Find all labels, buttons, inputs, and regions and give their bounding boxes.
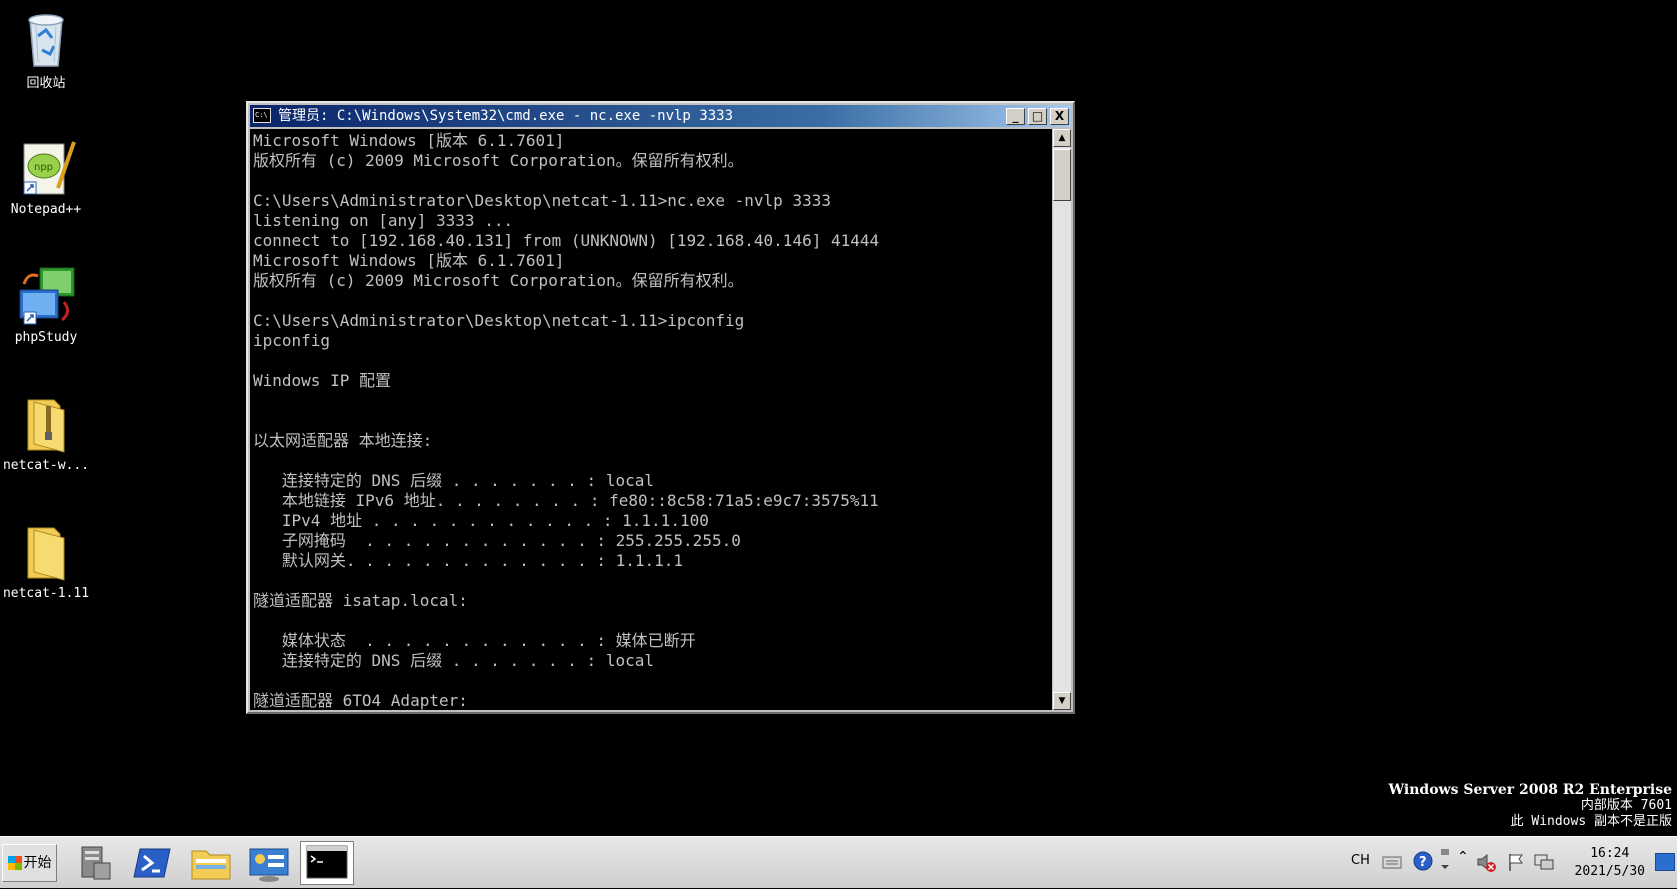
volume-muted-icon[interactable] <box>1475 851 1497 873</box>
windows-watermark: Windows Server 2008 R2 Enterprise 内部版本 7… <box>1388 782 1672 830</box>
network-icon[interactable] <box>1533 851 1555 873</box>
desktop-icon-notepadplusplus[interactable]: npp Notepad++ <box>1 136 91 217</box>
control-panel-icon <box>249 848 289 882</box>
cmd-icon <box>306 845 348 879</box>
close-button[interactable]: X <box>1050 108 1069 125</box>
watermark-genuine-notice: 此 Windows 副本不是正版 <box>1510 814 1672 829</box>
recycle-bin-icon <box>14 6 78 70</box>
clock-time: 16:24 <box>1590 846 1630 861</box>
desktop-icon-netcat-folder[interactable]: netcat-1.11 <box>1 520 91 601</box>
help-icon[interactable]: ? <box>1413 851 1433 871</box>
taskbar: 开始 CH ? ⌃ 16:24 2021/5/30 <box>0 836 1677 888</box>
cmd-window[interactable]: C:\ 管理员: C:\Windows\System32\cmd.exe - n… <box>246 101 1075 714</box>
start-label: 开始 <box>23 855 52 871</box>
desktop-icon-label: Notepad++ <box>10 202 82 217</box>
taskbar-cmd[interactable] <box>300 841 354 885</box>
minimize-button[interactable]: _ <box>1006 108 1025 125</box>
keyboard-icon[interactable] <box>1381 851 1403 871</box>
desktop-icon-phpstudy[interactable]: phpStudy <box>1 264 91 345</box>
show-desktop-button[interactable] <box>1655 853 1675 871</box>
desktop-icon-recycle-bin[interactable]: 回收站 <box>1 6 91 91</box>
show-hidden-icons-chevron-icon[interactable]: ⌃ <box>1457 849 1469 865</box>
taskbar-control-panel[interactable] <box>242 841 296 885</box>
desktop-icon-label: netcat-w... <box>2 458 90 473</box>
phpstudy-icon <box>14 264 78 328</box>
vertical-scrollbar[interactable]: ▲ ▼ <box>1052 129 1071 710</box>
powershell-icon <box>133 848 171 878</box>
action-center-flag-icon[interactable] <box>1505 851 1527 873</box>
watermark-build: 内部版本 7601 <box>1580 798 1672 813</box>
desktop-icon-netcat-zip[interactable]: netcat-w... <box>1 392 91 473</box>
taskbar-powershell[interactable] <box>126 841 180 885</box>
zip-folder-icon <box>14 392 78 456</box>
scroll-up-button[interactable]: ▲ <box>1053 129 1071 147</box>
window-titlebar[interactable]: C:\ 管理员: C:\Windows\System32\cmd.exe - n… <box>250 105 1071 127</box>
svg-text:npp: npp <box>34 162 53 173</box>
notepadplusplus-icon: npp <box>14 136 78 200</box>
cmd-app-icon: C:\ <box>253 108 271 123</box>
desktop-icon-label: netcat-1.11 <box>2 586 90 601</box>
window-title: 管理员: C:\Windows\System32\cmd.exe - nc.ex… <box>278 108 734 124</box>
input-options-icon[interactable] <box>1439 847 1451 875</box>
desktop-icon-label: 回收站 <box>26 76 66 91</box>
console-output: Microsoft Windows [版本 6.1.7601] 版权所有 (c)… <box>253 131 880 710</box>
language-indicator[interactable]: CH <box>1351 853 1370 868</box>
taskbar-explorer[interactable] <box>184 841 238 885</box>
maximize-button[interactable]: □ <box>1028 108 1047 125</box>
folder-icon <box>14 520 78 584</box>
clock-date: 2021/5/30 <box>1574 864 1645 879</box>
console-area[interactable]: Microsoft Windows [版本 6.1.7601] 版权所有 (c)… <box>250 129 1056 710</box>
windows-logo-icon <box>7 856 22 870</box>
explorer-icon <box>191 850 231 880</box>
clock[interactable]: 16:24 2021/5/30 <box>1575 845 1645 881</box>
system-tray: CH ? ⌃ 16:24 2021/5/30 <box>1347 837 1677 889</box>
svg-text:?: ? <box>1419 855 1427 870</box>
server-manager-icon <box>81 846 111 880</box>
start-button[interactable]: 开始 <box>2 844 57 882</box>
watermark-edition: Windows Server 2008 R2 Enterprise <box>1388 782 1672 798</box>
desktop-icon-label: phpStudy <box>14 330 78 345</box>
scroll-thumb[interactable] <box>1053 149 1071 201</box>
taskbar-server-manager[interactable] <box>68 841 122 885</box>
scroll-down-button[interactable]: ▼ <box>1053 692 1071 710</box>
